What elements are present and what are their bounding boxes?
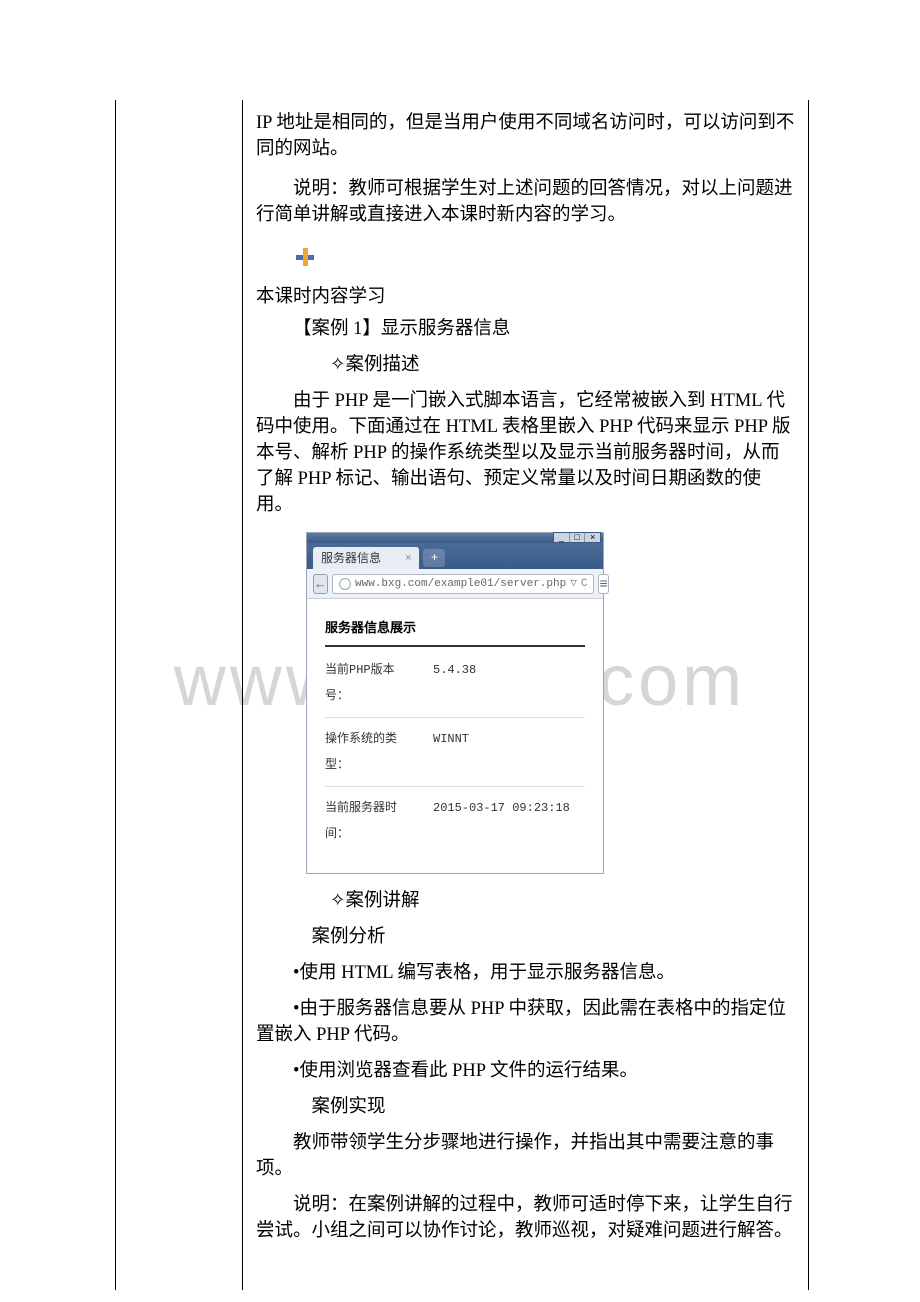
hamburger-menu-icon[interactable]: ≡: [598, 574, 608, 594]
row-value: 5.4.38: [433, 657, 476, 709]
intro-p1: IP 地址是相同的，但是当用户使用不同域名访问时，可以访问到不同的网站。: [256, 110, 796, 162]
column-divider: [242, 100, 243, 1290]
url-text: www.bxg.com/example01/server.php: [355, 571, 566, 597]
sub-impl: 案例实现: [256, 1094, 796, 1120]
dropdown-icon[interactable]: ▽: [570, 571, 577, 597]
browser-tab[interactable]: 服务器信息 ×: [313, 547, 419, 569]
page-heading: 服务器信息展示: [325, 615, 585, 647]
document-body: IP 地址是相同的，但是当用户使用不同域名访问时，可以访问到不同的网站。 说明：…: [256, 110, 796, 1250]
sub-analysis-text: 案例分析: [312, 927, 386, 947]
sub-analysis: 案例分析: [256, 924, 796, 950]
row-value: WINNT: [433, 726, 469, 778]
globe-icon: [339, 578, 351, 590]
tab-close-icon[interactable]: ×: [405, 545, 411, 571]
tab-title: 服务器信息: [321, 545, 381, 571]
row-label: 操作系统的类型：: [325, 726, 415, 778]
sub-impl-text: 案例实现: [312, 1097, 386, 1117]
diamond-icon: ✧: [293, 888, 346, 914]
reload-icon[interactable]: C: [581, 571, 588, 597]
window-controls: _ □ ×: [553, 532, 601, 543]
browser-tabbar: 服务器信息 × +: [307, 543, 603, 569]
close-icon[interactable]: ×: [585, 533, 600, 542]
minimize-icon[interactable]: _: [554, 533, 570, 542]
impl-p1: 教师带领学生分步骤地进行操作，并指出其中需要注意的事项。: [256, 1130, 796, 1182]
table-row: 当前服务器时间： 2015-03-17 09:23:18: [325, 787, 585, 855]
table-row: 操作系统的类型： WINNT: [325, 718, 585, 787]
page-border: IP 地址是相同的，但是当用户使用不同域名访问时，可以访问到不同的网站。 说明：…: [115, 100, 809, 1290]
browser-window: _ □ × 服务器信息 × + ← www.bxg.com/example01/…: [306, 532, 604, 874]
case-description: 由于 PHP 是一门嵌入式脚本语言，它经常被嵌入到 HTML 代码中使用。下面通…: [256, 388, 796, 518]
bullet-item: •使用 HTML 编写表格，用于显示服务器信息。: [256, 960, 796, 986]
row-value: 2015-03-17 09:23:18: [433, 795, 570, 847]
plus-icon: [296, 248, 314, 266]
back-button[interactable]: ←: [313, 574, 328, 594]
sub-explain: ✧案例讲解: [256, 888, 796, 914]
browser-toolbar: ← www.bxg.com/example01/server.php ▽ C ≡: [307, 569, 603, 599]
address-bar[interactable]: www.bxg.com/example01/server.php ▽ C: [332, 574, 594, 594]
sub-explain-text: 案例讲解: [346, 891, 420, 911]
new-tab-button[interactable]: +: [423, 549, 445, 567]
bullet-item: •使用浏览器查看此 PHP 文件的运行结果。: [256, 1058, 796, 1084]
row-label: 当前服务器时间：: [325, 795, 415, 847]
sub-desc-text: 案例描述: [346, 355, 420, 375]
table-row: 当前PHP版本号： 5.4.38: [325, 649, 585, 718]
diamond-icon: ✧: [293, 352, 346, 378]
bullet-item: •由于服务器信息要从 PHP 中获取，因此需在表格中的指定位置嵌入 PHP 代码…: [256, 996, 796, 1048]
sub-desc: ✧案例描述: [256, 352, 796, 378]
row-label: 当前PHP版本号：: [325, 657, 415, 709]
browser-titlebar: _ □ ×: [307, 533, 603, 543]
maximize-icon[interactable]: □: [570, 533, 586, 542]
browser-viewport: 服务器信息展示 当前PHP版本号： 5.4.38 操作系统的类型： WINNT …: [307, 599, 603, 873]
case-label: 【案例 1】显示服务器信息: [256, 316, 796, 342]
intro-note: 说明：教师可根据学生对上述问题的回答情况，对以上问题进行简单讲解或直接进入本课时…: [256, 176, 796, 228]
section-heading: 本课时内容学习: [256, 284, 796, 310]
impl-note: 说明：在案例讲解的过程中，教师可适时停下来，让学生自行尝试。小组之间可以协作讨论…: [256, 1192, 796, 1244]
